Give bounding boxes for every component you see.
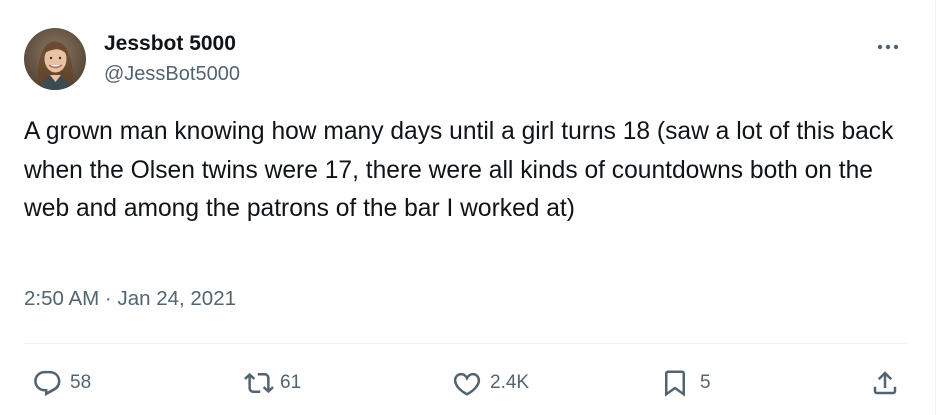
author-avatar[interactable] <box>24 28 86 90</box>
tweet-date[interactable]: Jan 24, 2021 <box>117 287 236 310</box>
tweet-time[interactable]: 2:50 AM <box>24 287 99 310</box>
repost-arrows-icon <box>244 368 274 398</box>
heart-icon <box>452 368 482 398</box>
bookmark-button[interactable]: 5 <box>660 363 711 403</box>
bookmark-count: 5 <box>700 372 711 393</box>
tweet-card: Jessbot 5000 @JessBot5000 A grown man kn… <box>0 0 936 415</box>
share-upload-icon <box>870 368 900 398</box>
avatar-photo <box>24 28 86 90</box>
reply-count: 58 <box>70 372 92 393</box>
author-display-name[interactable]: Jessbot 5000 <box>104 32 236 56</box>
like-button[interactable]: 2.4K <box>452 363 529 403</box>
reply-bubble-icon <box>32 368 62 398</box>
tweet-text: A grown man knowing how many days until … <box>24 118 894 222</box>
share-button[interactable] <box>870 363 900 403</box>
author-handle[interactable]: @JessBot5000 <box>104 63 240 86</box>
repost-count: 61 <box>280 372 302 393</box>
timestamp-separator: · <box>104 287 112 310</box>
tweet-timestamp: 2:50 AM · Jan 24, 2021 <box>24 287 236 311</box>
more-horizontal-icon <box>877 37 899 55</box>
reply-button[interactable]: 58 <box>32 363 91 403</box>
more-options-button[interactable] <box>868 30 908 62</box>
like-count: 2.4K <box>490 372 530 393</box>
repost-button[interactable]: 61 <box>244 363 301 403</box>
bookmark-icon <box>660 368 690 398</box>
divider <box>24 343 908 344</box>
